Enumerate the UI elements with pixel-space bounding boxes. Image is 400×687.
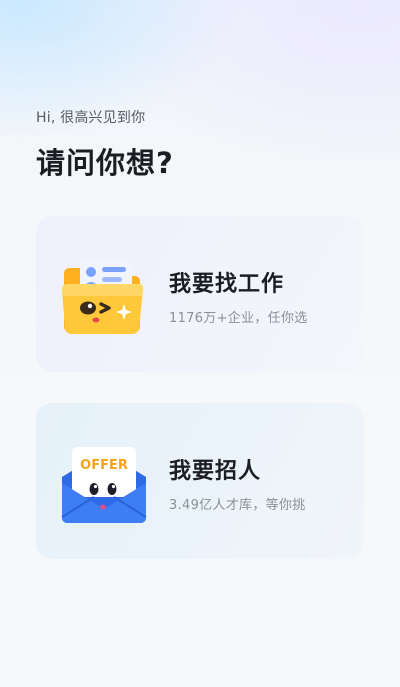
- find-job-title: 我要找工作: [169, 272, 285, 297]
- hire-title: 我要招人: [169, 459, 262, 484]
- folder-mascot-icon: [62, 260, 144, 334]
- offer-envelope-icon: OFFER: [61, 447, 147, 523]
- page-title: 请问你想?: [36, 146, 174, 180]
- hire-card[interactable]: OFFER 我要招人 3.49亿人才库，等你挑: [36, 403, 364, 559]
- find-job-subtitle: 1176万+企业，任你选: [169, 311, 308, 326]
- hire-subtitle: 3.49亿人才库，等你挑: [169, 498, 306, 513]
- greeting-text: Hi, 很高兴见到你: [36, 110, 146, 126]
- find-job-card[interactable]: 我要找工作 1176万+企业，任你选: [36, 216, 364, 372]
- offer-letter-text: OFFER: [80, 458, 128, 473]
